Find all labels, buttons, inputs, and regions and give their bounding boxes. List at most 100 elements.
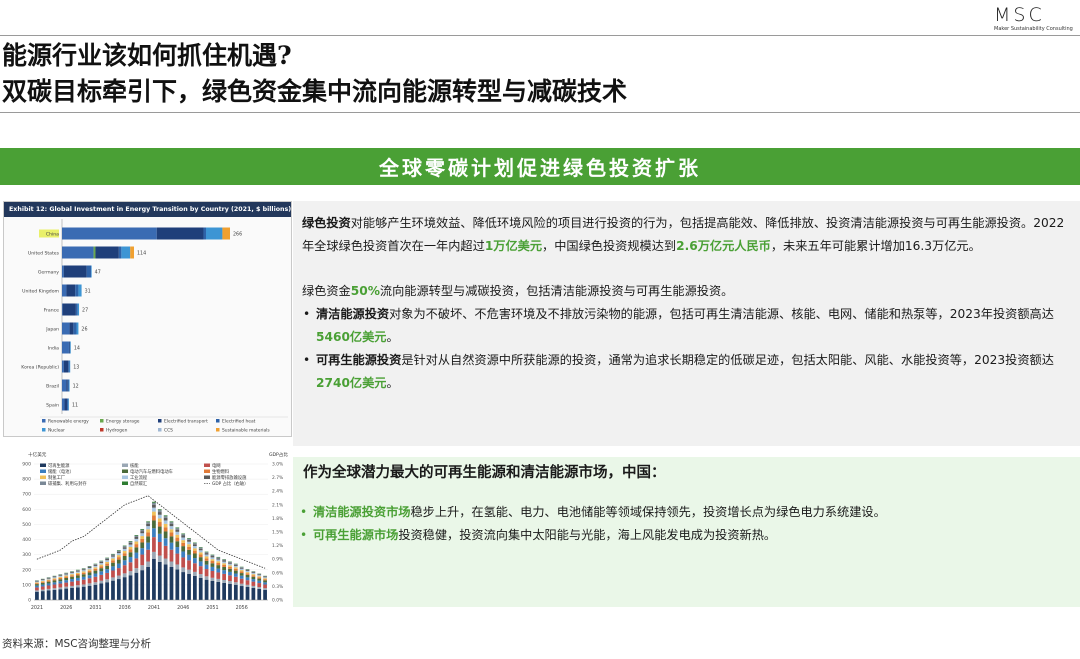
chart2-bar-segment bbox=[187, 539, 191, 542]
chart2-y2-tick: 0.6% bbox=[272, 570, 283, 576]
chart2-x-tick: 2021 bbox=[31, 605, 43, 611]
chart2-bar-segment bbox=[134, 544, 139, 548]
chart1-bar-segment bbox=[69, 341, 71, 354]
chart2-bar-segment bbox=[105, 582, 109, 600]
chart1-bar-segment bbox=[206, 227, 223, 240]
chart1-value-label: 114 bbox=[137, 251, 146, 257]
chart2-bar-segment bbox=[210, 557, 215, 560]
chart2-bar-segment bbox=[198, 566, 203, 575]
chart2-bar-segment bbox=[122, 545, 127, 547]
chart2-bar-segment bbox=[193, 575, 197, 600]
chart2-bar-segment bbox=[70, 579, 74, 582]
chart2-bar-segment bbox=[116, 551, 121, 554]
chart2-bar-segment bbox=[204, 560, 209, 565]
chart2-bar-segment bbox=[122, 551, 127, 554]
chart2-bar-segment bbox=[251, 579, 256, 582]
chart2-bar-segment bbox=[140, 531, 145, 534]
chart2-bar-segment bbox=[216, 561, 221, 563]
chart2-bar-segment bbox=[228, 571, 232, 576]
paragraph-text: 绿色资金 bbox=[302, 284, 351, 298]
chart2-bar-segment bbox=[46, 580, 51, 582]
chart2-bar-segment bbox=[163, 545, 168, 559]
chart2-bar-segment bbox=[239, 567, 244, 569]
chart2-bar-segment bbox=[76, 575, 80, 578]
chart1-bar-segment bbox=[75, 284, 79, 297]
chart2-bar-segment bbox=[198, 554, 203, 558]
chart2-bar-segment bbox=[122, 548, 127, 552]
chart1-bar-segment bbox=[95, 246, 119, 259]
chart2-bar-segment bbox=[122, 553, 127, 556]
chart2-bar-segment bbox=[257, 577, 262, 579]
chart1-bar-segment bbox=[63, 265, 87, 278]
section-banner: 全球零碳计划促进绿色投资扩张 bbox=[0, 148, 1080, 185]
chart2-legend-swatch bbox=[40, 481, 46, 485]
chart2-bar-segment bbox=[251, 576, 256, 580]
chart2-y2-tick: 1.8% bbox=[272, 516, 283, 522]
chart2-bar-segment bbox=[128, 544, 133, 547]
chart2-plot: 十亿美元 GDP占比 0 100 200 300 400 500 600 700 800 900 0.0… bbox=[22, 451, 288, 611]
chart1-bar-segment bbox=[130, 246, 134, 259]
chart2-bar-segment bbox=[181, 534, 186, 536]
chart2-bar-segment bbox=[152, 520, 156, 529]
chart2-bar-segment bbox=[105, 572, 109, 580]
chart2-bar-segment bbox=[210, 563, 215, 567]
chart1-legend-swatch bbox=[158, 428, 162, 432]
paragraph-text: ，未来五年可能累计增加16.3万亿元。 bbox=[770, 239, 981, 253]
chart2-bar-segment bbox=[128, 575, 133, 600]
chart2-bar-segment bbox=[35, 582, 39, 584]
chart2-bar-segment bbox=[93, 568, 98, 571]
chart2-bar-segment bbox=[233, 570, 238, 574]
chart2-bar-segment bbox=[175, 537, 180, 542]
chart2-bar-segment bbox=[233, 576, 238, 583]
chart2-bar-segment bbox=[116, 579, 121, 600]
chart2-bar-segment bbox=[46, 579, 51, 581]
title-divider bbox=[0, 112, 1080, 113]
chart1-legend-label: Electrified heat bbox=[222, 419, 256, 425]
chart2-bar-segment bbox=[175, 528, 180, 530]
chart2-bar-segment bbox=[52, 577, 57, 579]
bullet-dot: • bbox=[300, 505, 308, 519]
msc-logo: MSC Maker Sustainability Consulting bbox=[994, 6, 1076, 34]
chart2-bar-segment bbox=[64, 577, 69, 581]
chart2-bar-segment bbox=[70, 576, 74, 580]
chart1-legend-label: Hydrogen bbox=[106, 428, 128, 434]
chart2-bar-segment bbox=[76, 585, 80, 588]
chart1-bar-segment bbox=[156, 227, 204, 240]
chart2-bar-segment bbox=[193, 550, 197, 554]
chart2-bar-segment bbox=[116, 575, 121, 580]
chart2-bar-segment bbox=[152, 551, 156, 559]
chart2-bar-segment bbox=[169, 521, 174, 523]
chart2-bar-segment bbox=[187, 569, 191, 574]
chart2-bar-segment bbox=[93, 584, 98, 600]
chart2-bar-segment bbox=[157, 526, 162, 534]
chart2-bar-segment bbox=[169, 549, 174, 562]
chart2-bar-segment bbox=[233, 573, 238, 577]
chart2-bar-segment bbox=[93, 570, 98, 574]
chart2-bar-segment bbox=[233, 582, 238, 585]
chart2-bar-segment bbox=[81, 570, 86, 572]
bullet-clean-market: • 清洁能源投资市场稳步上升，在氢能、电力、电池储能等领域保持领先，投资增长点为… bbox=[299, 501, 1070, 524]
chart2-bar-segment bbox=[122, 555, 127, 561]
chart2-bar-segment bbox=[70, 574, 74, 576]
chart1-bar-segment bbox=[67, 398, 69, 411]
chart2-y2-tick: 0.3% bbox=[272, 584, 283, 590]
chart2-legend-label: 自然碳汇 bbox=[130, 480, 148, 487]
chart2-bar-segment bbox=[228, 566, 232, 569]
chart2-legend-label: 生物燃料 bbox=[212, 468, 230, 475]
chart2-bar-segment bbox=[146, 542, 150, 550]
chart2-bar-segment bbox=[152, 511, 156, 516]
chart2-bar-segment bbox=[193, 542, 197, 544]
chart2-bar-segment bbox=[128, 541, 133, 542]
chart2-bar-segment bbox=[93, 582, 98, 585]
chart2-bar-segment bbox=[111, 555, 115, 557]
chart2-bar-segment bbox=[257, 578, 262, 581]
chart2-bar-segment bbox=[245, 573, 250, 575]
chart2-bar-segment bbox=[257, 583, 262, 588]
chart1-value-label: 31 bbox=[85, 289, 91, 295]
chart2-bar-segment bbox=[99, 561, 104, 564]
chart2-bar-segment bbox=[99, 566, 104, 569]
highlight-china-amount: 2.6万亿元人民币 bbox=[676, 239, 771, 253]
chart1-bar-segment bbox=[222, 227, 230, 240]
chart2-bar-segment bbox=[245, 577, 250, 581]
chart2-bar-segment bbox=[111, 566, 115, 571]
